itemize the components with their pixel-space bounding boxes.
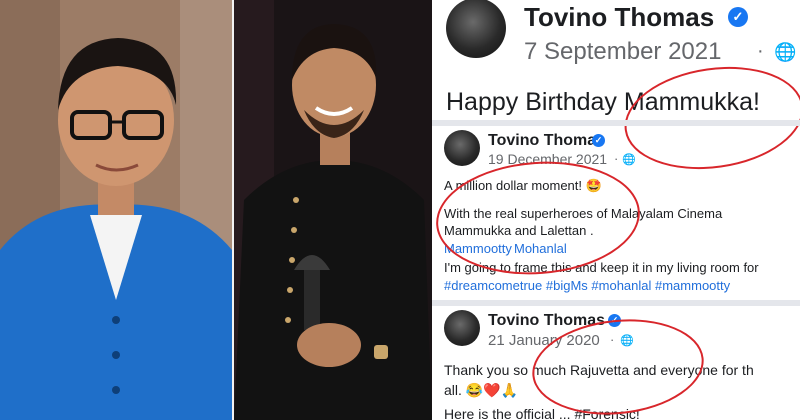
author-avatar[interactable] — [444, 130, 480, 166]
post-date[interactable]: 7 September 2021 — [524, 38, 721, 66]
post-text-line: all. 😂❤️🙏 — [444, 382, 519, 398]
globe-icon: 🌐 — [774, 42, 797, 62]
post-2: Tovino Thomas ✓ 19 December 2021 · 🌐 A m… — [432, 126, 800, 306]
photo-illustration — [234, 0, 432, 420]
photo-man-blue-jacket — [0, 0, 232, 420]
author-avatar[interactable] — [446, 0, 506, 58]
separator-dot: · — [614, 151, 619, 166]
separator-dot: · — [757, 40, 764, 62]
author-name[interactable]: Tovino Thomas — [524, 2, 714, 33]
author-name[interactable]: Tovino Thomas — [488, 132, 605, 150]
photo-man-with-award — [234, 0, 432, 420]
author-avatar[interactable] — [444, 310, 480, 346]
post-1: Tovino Thomas ✓ 7 September 2021 · 🌐 Hap… — [432, 0, 800, 181]
photo-illustration — [0, 0, 232, 420]
facebook-posts-panel: Tovino Thomas ✓ 7 September 2021 · 🌐 Hap… — [432, 0, 800, 420]
globe-icon: 🌐 — [622, 154, 636, 166]
verified-badge-icon: ✓ — [592, 134, 605, 147]
post-3: Tovino Thomas ✓ 21 January 2020 · 🌐 Than… — [432, 306, 800, 420]
hashtags[interactable]: #dreamcometrue #bigMs #mohanlal #mammoot… — [444, 278, 730, 293]
verified-badge-icon: ✓ — [728, 7, 748, 27]
collage: Tovino Thomas ✓ 7 September 2021 · 🌐 Hap… — [0, 0, 800, 420]
